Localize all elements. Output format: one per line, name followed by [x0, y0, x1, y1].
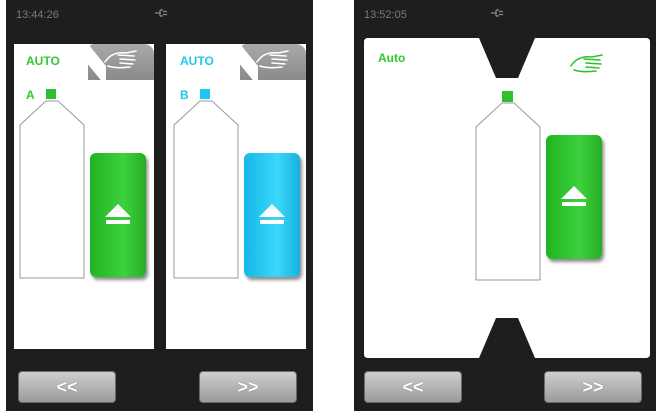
right-screen: 13:52:05 Auto << >> [354, 0, 656, 411]
tab-diagonal [86, 44, 106, 84]
hand-icon[interactable] [568, 52, 608, 76]
bottle [475, 102, 541, 281]
eject-icon [259, 204, 285, 224]
bottle-b [173, 100, 239, 279]
eject-button[interactable] [546, 135, 602, 259]
eject-button-b[interactable] [244, 153, 300, 277]
plug-icon [155, 9, 167, 17]
status-time: 13:44:26 [16, 9, 59, 21]
status-time: 13:52:05 [364, 9, 407, 21]
next-button[interactable]: >> [544, 371, 642, 403]
next-button[interactable]: >> [199, 371, 297, 403]
eject-icon [561, 186, 587, 206]
hand-icon [104, 50, 137, 69]
slot-b-indicator [200, 89, 210, 99]
auto-mode-label[interactable]: Auto [378, 51, 405, 65]
slot-a-indicator [46, 89, 56, 99]
auto-mode-label-a[interactable]: AUTO [26, 54, 60, 68]
tab-diagonal [238, 44, 258, 84]
prev-button[interactable]: << [364, 371, 462, 403]
auto-mode-label-b[interactable]: AUTO [180, 54, 214, 68]
eject-button-a[interactable] [90, 153, 146, 277]
hand-icon [256, 50, 289, 69]
prev-button[interactable]: << [18, 371, 116, 403]
plug-icon [491, 9, 503, 17]
left-screen: 13:44:26 AUTO A AUTO B << >> [6, 0, 313, 411]
bottle-a [19, 100, 85, 279]
eject-icon [105, 204, 131, 224]
